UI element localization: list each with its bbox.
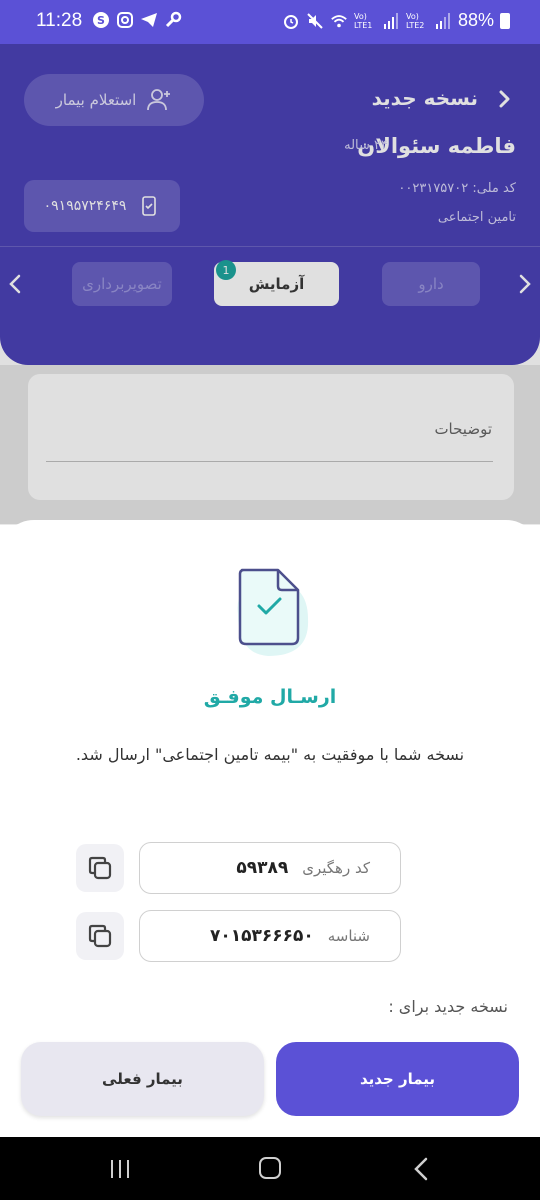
header-divider [0,246,540,247]
mute-icon [306,12,324,30]
signal-icon-2 [434,12,452,30]
wifi-icon [330,12,348,30]
tracking-code-label: کد رهگیری [302,859,370,877]
tabs-prev-chevron-icon[interactable] [8,274,22,294]
status-time: 11:28 [36,10,83,31]
wrench-icon [164,11,182,29]
description-input-line[interactable] [46,461,493,462]
description-label: توضیحات [434,420,492,438]
svg-text:S: S [97,14,105,27]
home-icon[interactable] [259,1157,281,1179]
success-message: نسخه شما با موفقیت به "بیمه تامین اجتماع… [75,745,465,764]
patient-inquiry-button[interactable]: استعلام بیمار [24,74,204,126]
tracking-code-value: ۵۹۳۸۹ [236,858,289,878]
tabs-next-chevron-icon[interactable] [518,274,532,294]
skype-icon: S [92,11,110,29]
phone-copy-icon [138,195,160,217]
status-left-icons: S [92,11,182,29]
reference-id-label: شناسه [327,927,370,945]
new-prescription-for-label: نسخه جدید برای : [388,997,508,1016]
alarm-icon [282,12,300,30]
reference-id-value: ۷۰۱۵۳۶۶۶۵۰ [209,926,314,946]
copy-tracking-button[interactable] [76,844,124,892]
copy-reference-id-button[interactable] [76,912,124,960]
document-check-icon [228,564,314,664]
add-user-icon [146,87,172,113]
battery-icon [500,12,510,29]
nav-back-icon[interactable] [413,1157,429,1181]
copy-icon [85,921,115,951]
patient-inquiry-label: استعلام بیمار [55,91,137,109]
current-patient-label: بیمار فعلی [102,1070,183,1088]
tab-drug[interactable]: دارو [382,262,480,306]
patient-national-id: کد ملی: ۰۰۲۳۱۷۵۷۰۲ [398,181,516,196]
tab-lab-badge: 1 [216,260,236,280]
recent-apps-icon[interactable] [109,1159,131,1179]
telegram-icon [140,11,158,29]
tracking-code-field: کد رهگیری ۵۹۳۸۹ [139,842,401,894]
sim2-label: Vo) LTE2 [405,11,425,30]
status-right-icons: Vo) LTE1 Vo) LTE2 88% [282,10,510,31]
new-patient-button[interactable]: بیمار جدید [276,1042,519,1116]
success-title: ارسـال موفـق [203,686,337,708]
new-patient-label: بیمار جدید [359,1070,436,1088]
status-bar: 11:28 S Vo) LTE1 Vo) LTE2 88% [0,0,540,44]
tab-imaging[interactable]: تصویربرداری [72,262,172,306]
patient-phone: ۰۹۱۹۵۷۲۴۶۴۹ [43,198,127,214]
page-title: نسخه جدید [371,86,478,110]
patient-age: ۲۴ ساله [344,138,388,153]
back-chevron-icon[interactable] [496,90,514,108]
sim1-label: Vo) LTE1 [353,11,373,30]
patient-phone-button[interactable]: ۰۹۱۹۵۷۲۴۶۴۹ [24,180,180,232]
battery-percent: 88% [457,10,494,30]
copy-icon [85,853,115,883]
signal-icon [382,12,400,30]
current-patient-button[interactable]: بیمار فعلی [21,1042,264,1116]
instagram-icon [116,11,134,29]
reference-id-field: شناسه ۷۰۱۵۳۶۶۶۵۰ [139,910,401,962]
patient-insurance: تامین اجتماعی [437,210,516,225]
